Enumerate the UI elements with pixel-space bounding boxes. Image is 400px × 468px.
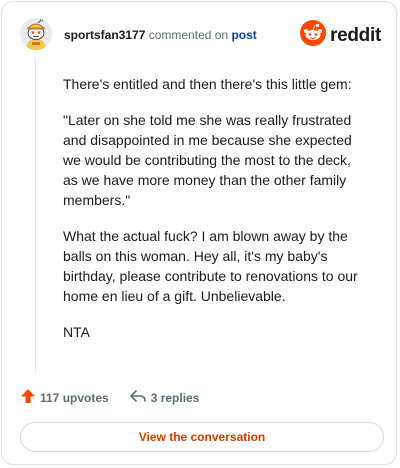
reddit-logo[interactable]: reddit	[300, 20, 381, 51]
upvote-arrow-icon	[20, 388, 36, 407]
view-conversation-button[interactable]: View the conversation	[20, 422, 384, 452]
comment-paragraph: What the actual fuck? I am blown away by…	[63, 228, 358, 304]
upvote-count: 117 upvotes	[40, 390, 109, 405]
comment-paragraph: NTA	[63, 324, 90, 340]
reddit-logo-icon	[300, 20, 327, 51]
comment-header: sportsfan3177 commented on post	[64, 27, 257, 43]
comment-card: sportsfan3177 commented on post reddit T…	[1, 1, 397, 465]
replies-button[interactable]: 3 replies	[129, 388, 200, 407]
reply-count: 3 replies	[150, 390, 200, 405]
upvote-button[interactable]: 117 upvotes	[20, 388, 109, 407]
reddit-logo-text: reddit	[330, 24, 381, 46]
comment-body: There's entitled and then there's this l…	[63, 74, 363, 358]
comment-actions: 117 upvotes 3 replies	[20, 388, 199, 407]
comment-paragraph: There's entitled and then there's this l…	[63, 76, 352, 92]
comment-paragraph: "Later on she told me she was really fru…	[63, 112, 352, 208]
thread-line	[35, 58, 36, 372]
action-text: commented on	[148, 28, 229, 42]
user-avatar-icon[interactable]	[20, 18, 52, 50]
post-link[interactable]: post	[231, 28, 256, 42]
username-link[interactable]: sportsfan3177	[64, 28, 145, 42]
reply-arrow-icon	[129, 388, 147, 407]
